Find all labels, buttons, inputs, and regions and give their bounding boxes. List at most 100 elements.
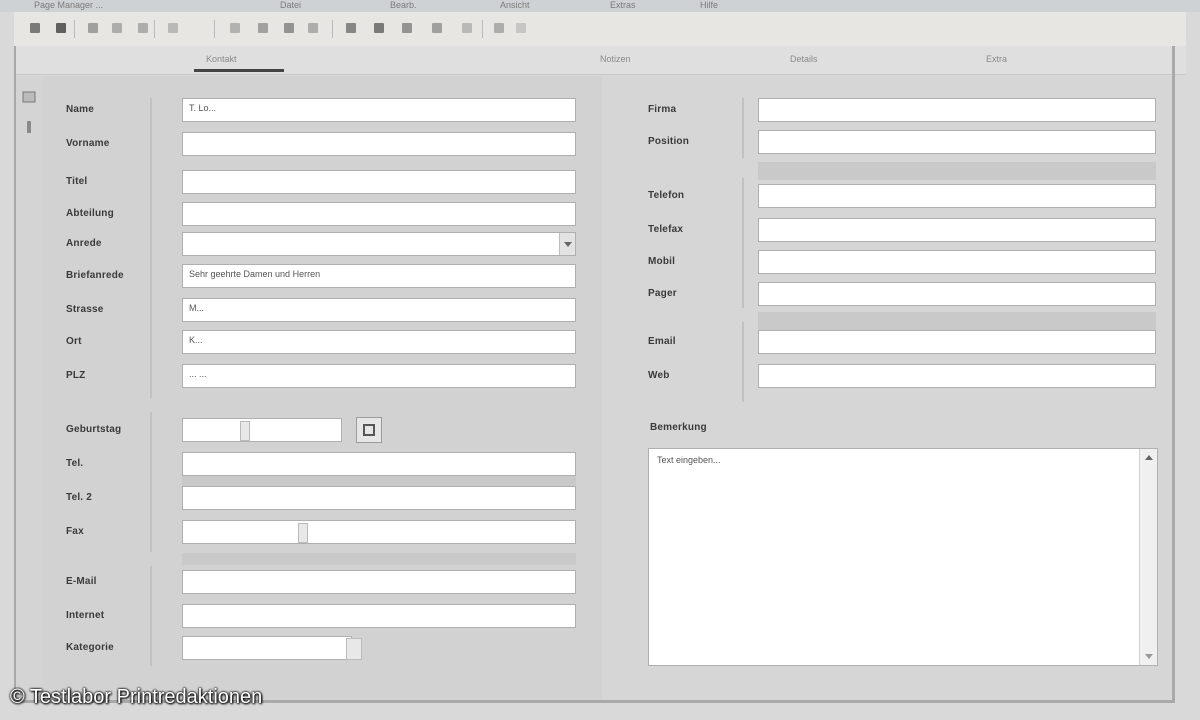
empty-row	[758, 312, 1156, 330]
info-icon[interactable]	[22, 120, 36, 134]
tel1-field[interactable]	[182, 452, 576, 476]
kategorie-field[interactable]	[182, 636, 352, 660]
group-separator	[742, 98, 744, 158]
title-bar: Page Manager ... Datei Bearb. Ansicht Ex…	[0, 0, 1200, 12]
menu-item-bearb[interactable]: Bearb.	[390, 0, 417, 10]
pin-icon[interactable]	[28, 21, 42, 35]
calendar-button[interactable]	[356, 417, 382, 443]
firma-field[interactable]	[758, 98, 1156, 122]
help-icon[interactable]	[492, 21, 506, 35]
abteilung-field[interactable]	[182, 202, 576, 226]
menu-item-extras[interactable]: Extras	[610, 0, 636, 10]
menu-item-datei[interactable]: Datei	[280, 0, 301, 10]
date-spinner-icon[interactable]	[240, 421, 250, 441]
tab-label: Extra	[986, 54, 1008, 64]
scroll-up-icon[interactable]	[1145, 455, 1153, 460]
settings-icon[interactable]	[460, 21, 474, 35]
tel2-label: Tel. 2	[66, 492, 93, 503]
ort-label: Ort	[66, 336, 82, 347]
tab-details[interactable]: Details	[774, 46, 844, 74]
notes-scrollbar[interactable]	[1139, 449, 1157, 665]
toolbar-separator	[332, 20, 333, 38]
print-icon[interactable]	[86, 21, 100, 35]
delete-icon[interactable]	[344, 21, 358, 35]
mobil-label: Mobil	[648, 256, 676, 267]
menu-item-ansicht[interactable]: Ansicht	[500, 0, 530, 10]
empty-row	[182, 553, 576, 565]
kategorie-label: Kategorie	[66, 642, 114, 653]
undo-icon[interactable]	[110, 21, 124, 35]
tel2-field[interactable]	[182, 486, 576, 510]
anrede-field[interactable]	[182, 232, 576, 256]
new-icon[interactable]	[306, 21, 320, 35]
tab-notizen[interactable]: Notizen	[574, 46, 664, 74]
telefon1-field[interactable]	[758, 184, 1156, 208]
group-separator	[150, 98, 152, 398]
find-icon[interactable]	[282, 21, 296, 35]
side-strip	[16, 76, 42, 700]
firma-label: Firma	[648, 104, 677, 115]
copyright-watermark: © Testlabor Printredaktionen	[10, 686, 263, 708]
telefon2-field[interactable]	[758, 218, 1156, 242]
email2-field[interactable]	[758, 330, 1156, 354]
view-icon[interactable]	[22, 90, 36, 104]
notes-textarea[interactable]: Text eingeben...	[648, 448, 1158, 666]
ort-value: K...	[189, 335, 203, 345]
toolbar-separator	[74, 20, 75, 38]
abteilung-label: Abteilung	[66, 208, 114, 219]
cut-icon[interactable]	[166, 21, 180, 35]
telefon2-label: Telefax	[648, 224, 684, 235]
save-icon[interactable]	[54, 21, 68, 35]
tab-label: Notizen	[600, 54, 631, 64]
strasse-field[interactable]: M...	[182, 298, 576, 322]
import-icon[interactable]	[430, 21, 444, 35]
tab-extra[interactable]: Extra	[964, 46, 1034, 74]
vorname-field[interactable]	[182, 132, 576, 156]
redo-icon[interactable]	[136, 21, 150, 35]
toolbar-separator	[154, 20, 155, 38]
fax-field[interactable]	[182, 520, 576, 544]
mobil-field[interactable]	[758, 250, 1156, 274]
telefax-field[interactable]	[758, 282, 1156, 306]
scroll-down-icon[interactable]	[1145, 654, 1153, 659]
copy-icon[interactable]	[228, 21, 242, 35]
toolbar	[14, 12, 1186, 47]
geburtstag-label: Geburtstag	[66, 424, 122, 435]
plz-value: ... ...	[189, 369, 207, 379]
tab-strip: Kontakt Notizen Details Extra	[14, 46, 1186, 75]
menu-item-hilfe[interactable]: Hilfe	[700, 0, 718, 10]
name-field[interactable]: T. Lo...	[182, 98, 576, 122]
check-icon[interactable]	[514, 21, 528, 35]
position-field[interactable]	[758, 130, 1156, 154]
group-separator	[150, 412, 152, 552]
plz-field[interactable]: ... ...	[182, 364, 576, 388]
internet-field[interactable]	[182, 604, 576, 628]
dropdown-arrow-icon[interactable]	[559, 233, 575, 255]
ort-field[interactable]: K...	[182, 330, 576, 354]
titel-field[interactable]	[182, 170, 576, 194]
tab-kontakt[interactable]: Kontakt	[194, 46, 284, 74]
toolbar-separator	[482, 20, 483, 38]
briefanrede-field[interactable]: Sehr geehrte Damen und Herren	[182, 264, 576, 288]
vorname-label: Vorname	[66, 138, 110, 149]
group-separator	[150, 566, 152, 666]
strasse-value: M...	[189, 303, 204, 313]
empty-row	[758, 162, 1156, 180]
briefanrede-label: Briefanrede	[66, 270, 124, 281]
toolbar-separator	[214, 20, 215, 38]
window-frame-right	[1172, 46, 1175, 702]
export-icon[interactable]	[400, 21, 414, 35]
email2-label: Email	[648, 336, 676, 347]
category-picker-icon[interactable]	[346, 638, 362, 660]
strasse-label: Strasse	[66, 304, 104, 315]
text-cursor-icon	[298, 523, 308, 543]
email-field[interactable]	[182, 570, 576, 594]
geburtstag-field[interactable]	[182, 418, 342, 442]
telefon1-label: Telefon	[648, 190, 685, 201]
group-separator	[742, 322, 744, 402]
notes-label: Bemerkung	[650, 422, 707, 433]
web-field[interactable]	[758, 364, 1156, 388]
paste-icon[interactable]	[256, 21, 270, 35]
titel-label: Titel	[66, 176, 88, 187]
mail-icon[interactable]	[372, 21, 386, 35]
